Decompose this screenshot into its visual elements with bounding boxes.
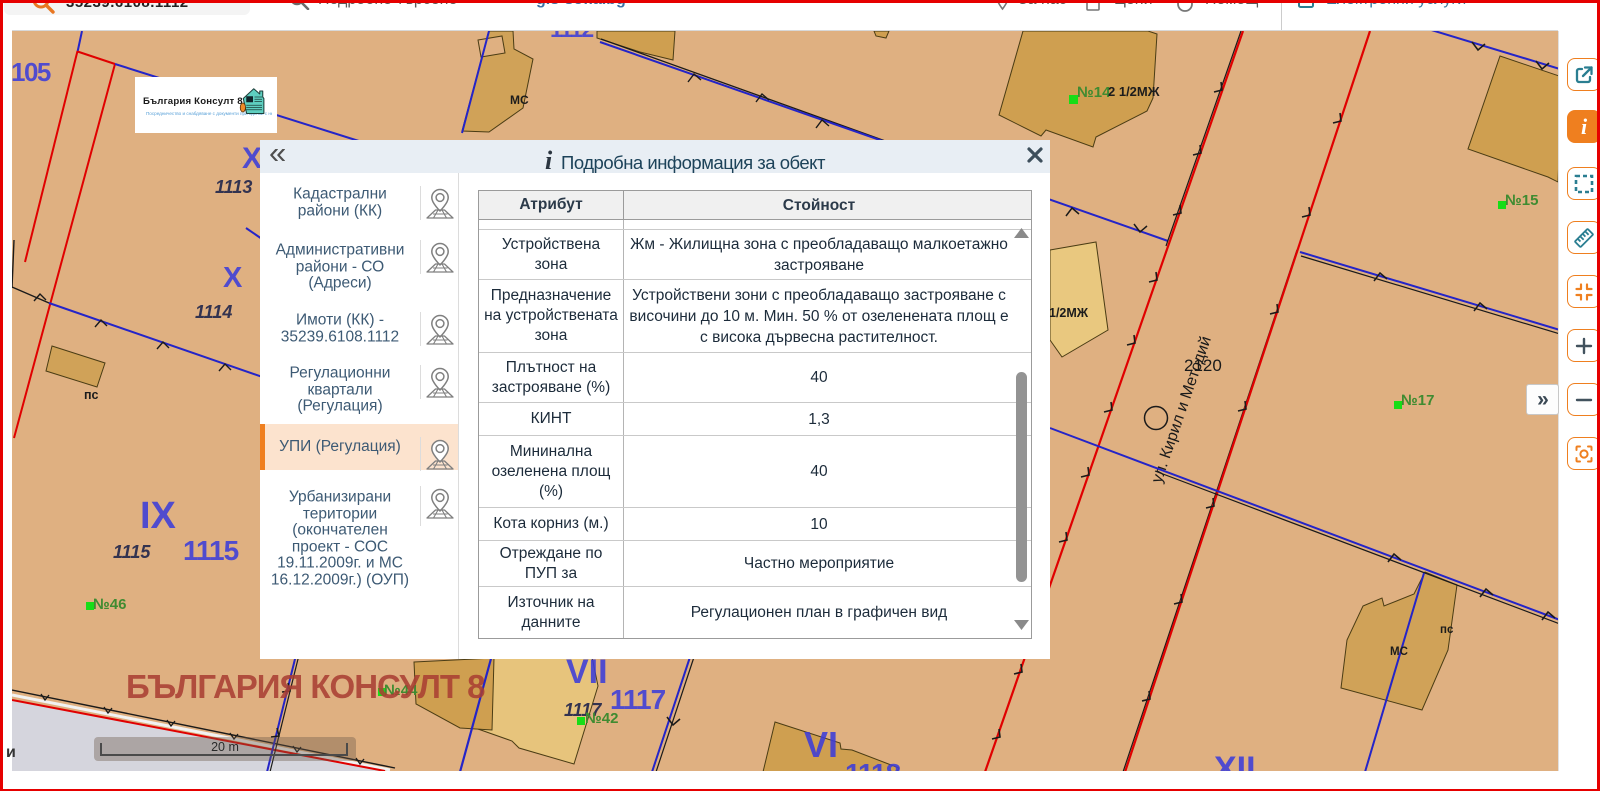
svg-text:№15: №15 [1505,192,1538,209]
svg-text:МС: МС [1390,646,1408,658]
svg-text:№46: №46 [93,596,126,613]
svg-text:1118: 1118 [845,758,901,771]
svg-text:VI: VI [804,724,838,765]
svg-text:пс: пс [1440,624,1454,636]
svg-text:XII: XII [1214,750,1256,771]
svg-text:X: X [223,262,243,294]
svg-text:IX: IX [140,495,177,537]
svg-text:1115: 1115 [113,542,151,562]
svg-text:МС: МС [510,93,529,107]
svg-text:105: 105 [12,57,51,87]
svg-text:ул. Кирил и Методий: ул. Кирил и Методий [1149,334,1215,485]
svg-text:1/2МЖ: 1/2МЖ [1049,306,1089,320]
svg-text:пс: пс [84,388,99,402]
svg-text:X: X [242,142,262,175]
svg-text:№14: №14 [1077,84,1111,101]
svg-text:1112: 1112 [550,31,593,42]
svg-text:1113: 1113 [215,177,252,197]
svg-text:№42: №42 [585,710,618,727]
svg-text:2 1/2МЖ: 2 1/2МЖ [1108,84,1160,99]
svg-text:1114: 1114 [195,302,232,322]
svg-text:№17: №17 [1401,392,1434,409]
svg-text:1115: 1115 [183,535,239,566]
